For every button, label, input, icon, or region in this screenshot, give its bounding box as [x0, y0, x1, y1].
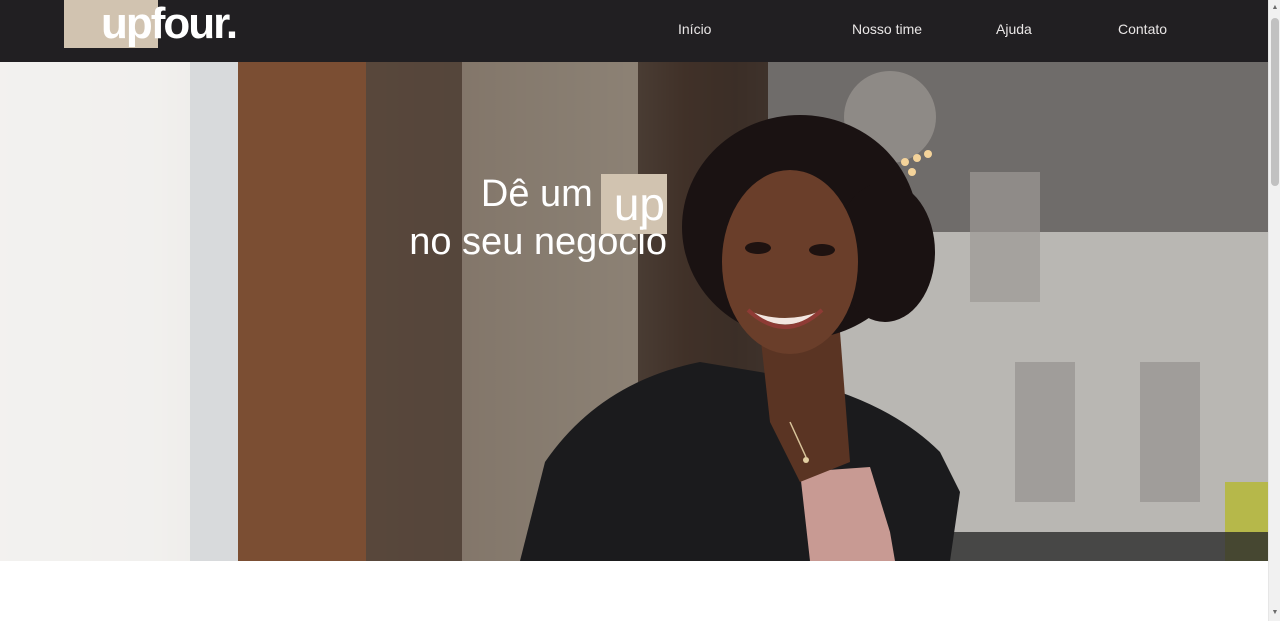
- light-bokeh: [901, 158, 909, 166]
- nav-link-contato[interactable]: Contato: [1118, 21, 1167, 37]
- light-bokeh: [913, 154, 921, 162]
- logo[interactable]: upfour.: [64, 0, 264, 62]
- logo-text: upfour.: [101, 0, 238, 48]
- wall-letter: [970, 172, 1040, 302]
- hero-section: Dê um up no seu negocio: [0, 62, 1268, 561]
- scrollbar-thumb[interactable]: [1271, 18, 1279, 186]
- site-header: upfour. Início Nosso time Ajuda Contato: [0, 0, 1268, 62]
- page: upfour. Início Nosso time Ajuda Contato: [0, 0, 1268, 621]
- headline-prefix: Dê um: [480, 173, 593, 215]
- vertical-scrollbar[interactable]: ▲ ▼: [1268, 0, 1280, 621]
- window-frame: [190, 62, 238, 561]
- window-glare: [0, 62, 190, 561]
- light-bokeh: [908, 168, 916, 176]
- dark-wall: [366, 62, 462, 561]
- nav-link-nosso-time[interactable]: Nosso time: [852, 21, 922, 37]
- necklace-pendant: [803, 457, 809, 463]
- headline-line2: no seu negocio: [409, 221, 667, 263]
- hero-image: [0, 62, 1268, 561]
- light-bokeh: [924, 150, 932, 158]
- wall-letter: [1015, 362, 1075, 502]
- woman-eye: [745, 242, 771, 254]
- woman-eye: [809, 244, 835, 256]
- nav-link-inicio[interactable]: Início: [678, 21, 711, 37]
- scroll-down-icon[interactable]: ▼: [1269, 606, 1280, 620]
- wooden-pillar: [238, 62, 366, 561]
- nav-link-ajuda[interactable]: Ajuda: [996, 21, 1032, 37]
- wall-letter: [1140, 362, 1200, 502]
- scroll-up-icon[interactable]: ▲: [1269, 1, 1280, 15]
- counter: [940, 532, 1268, 561]
